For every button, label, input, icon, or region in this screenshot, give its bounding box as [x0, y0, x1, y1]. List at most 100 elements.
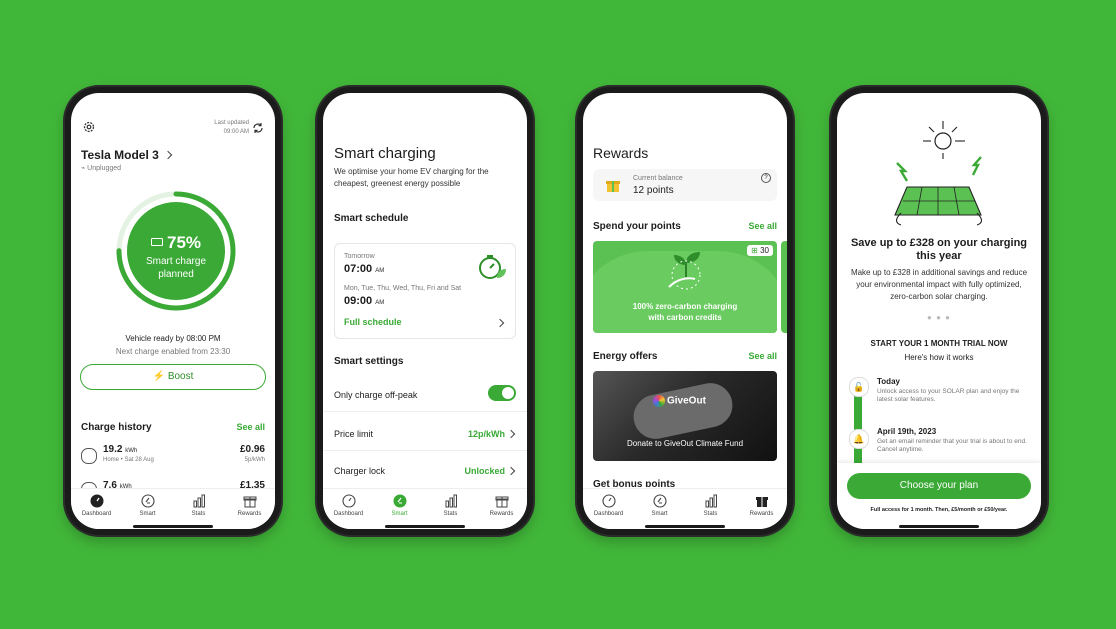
smart-settings-title: Smart settings	[334, 356, 404, 367]
bell-icon: 🔔	[849, 429, 869, 449]
price-limit-value[interactable]: 12p/kWh	[468, 429, 505, 439]
charge-percent: 75%	[166, 233, 202, 252]
phone-solar-trial: Save up to £328 on your charging this ye…	[831, 87, 1047, 535]
balance-label: Current balance	[633, 175, 683, 182]
page-title: Rewards	[593, 145, 649, 161]
tab-rewards[interactable]: Rewards	[736, 489, 787, 529]
charge-summary: 75% Smart charge planned	[114, 233, 238, 281]
tab-smart-label: Smart	[391, 511, 408, 517]
giveout-offer-card[interactable]: GiveOut Donate to GiveOut Climate Fund	[593, 371, 777, 461]
bonus-points-title: Get bonus points	[593, 479, 676, 487]
tab-rewards[interactable]: Rewards	[476, 489, 527, 529]
giveout-logo-text: GiveOut	[667, 395, 706, 407]
smart-icon	[652, 494, 667, 508]
tab-dashboard[interactable]: Dashboard	[583, 489, 634, 529]
last-updated-label: Last updated	[214, 120, 249, 126]
trial-screen: Save up to £328 on your charging this ye…	[837, 93, 1041, 529]
battery-icon	[150, 237, 163, 246]
home-indicator	[385, 525, 465, 528]
tab-smart[interactable]: Smart	[374, 489, 425, 529]
days-ampm: AM	[375, 300, 385, 306]
bolt-icon: ⚡	[152, 371, 166, 382]
last-updated-time: 09:00 AM	[223, 129, 249, 135]
page-title: Smart charging	[334, 145, 436, 162]
chevron-right-icon	[163, 150, 173, 160]
days-time: 09:00	[344, 295, 373, 307]
choose-plan-button[interactable]: Choose your plan	[847, 473, 1031, 499]
step-desc: Get an email reminder that your trial is…	[877, 438, 1027, 453]
gift-icon	[243, 496, 256, 508]
step-desc: Unlock access to your SOLAR plan and enj…	[877, 388, 1020, 403]
help-icon[interactable]: ?	[761, 173, 771, 183]
energy-offers-title: Energy offers	[593, 351, 658, 362]
full-schedule-link[interactable]: Full schedule	[344, 317, 402, 327]
next-offer-card[interactable]	[781, 241, 787, 333]
history-kwh: 19.2	[103, 444, 123, 455]
tab-dashboard[interactable]: Dashboard	[323, 489, 374, 529]
fine-print: Full access for 1 month. Then, £5/month …	[870, 507, 1008, 513]
tab-smart[interactable]: Smart	[122, 489, 173, 529]
timeline-step: April 19th, 2023 Get an email reminder t…	[877, 427, 1033, 454]
offpeak-toggle[interactable]	[488, 385, 516, 401]
smart-schedule-title: Smart schedule	[334, 213, 409, 224]
history-unit: kWh	[125, 448, 138, 454]
tab-bar: Dashboard Smart Stats Rewards	[71, 488, 275, 529]
chevron-right-icon	[506, 429, 516, 439]
dashboard-screen: Last updated 09:00 AM Tesla Model 3 ⌁ Un…	[71, 93, 275, 529]
home-indicator	[133, 525, 213, 528]
trial-description: Make up to £328 in additional savings an…	[850, 268, 1028, 301]
carousel-dots: ● ● ●	[927, 313, 951, 322]
giveout-logo-icon	[653, 395, 665, 407]
balance-value: 12 points	[633, 185, 674, 196]
offer-line1: 100% zero-carbon charging	[632, 302, 738, 311]
tab-dashboard-label: Dashboard	[593, 511, 624, 517]
tab-stats-label: Stats	[443, 511, 458, 517]
giveout-caption: Donate to GiveOut Climate Fund	[626, 439, 744, 448]
vehicle-selector[interactable]: Tesla Model 3	[81, 148, 173, 162]
tab-stats-label: Stats	[703, 511, 718, 517]
history-row[interactable]: 19.2 kWh Home • Sat 28 Aug £0.96 5p/kWh	[81, 444, 265, 470]
tab-dashboard-label: Dashboard	[333, 511, 364, 517]
tab-stats[interactable]: Stats	[685, 489, 736, 529]
spend-see-all-link[interactable]: See all	[748, 221, 777, 231]
tab-bar: Dashboard Smart Stats Rewards	[323, 488, 527, 529]
tab-rewards[interactable]: Rewards	[224, 489, 275, 529]
settings-gear-icon[interactable]	[82, 120, 96, 139]
tab-smart-label: Smart	[139, 511, 156, 517]
charge-info: Vehicle ready by 08:00 PM Next charge en…	[71, 332, 275, 358]
stats-icon	[445, 494, 457, 508]
photo-shape	[629, 379, 737, 443]
charger-lock-value[interactable]: Unlocked	[464, 466, 505, 476]
timeline-bar	[854, 387, 862, 467]
tomorrow-label: Tomorrow	[344, 253, 375, 260]
tab-smart-label: Smart	[651, 511, 668, 517]
schedule-card[interactable]: Tomorrow 07:00 AM Mon, Tue, Thu, Wed, Th…	[334, 243, 516, 339]
timeline-step: Today Unlock access to your SOLAR plan a…	[877, 377, 1033, 404]
home-indicator	[899, 525, 979, 528]
chevron-right-icon	[495, 318, 505, 328]
giveout-logo: GiveOut	[653, 395, 706, 407]
days-label: Mon, Tue, Thu, Wed, Thu, Fri and Sat	[344, 285, 462, 292]
phone-smart-charging: Smart charging We optimise your home EV …	[317, 87, 533, 535]
history-see-all-link[interactable]: See all	[236, 422, 265, 432]
last-updated: Last updated 09:00 AM	[214, 119, 249, 137]
tab-stats[interactable]: Stats	[425, 489, 476, 529]
charge-session-icon	[81, 448, 97, 464]
tab-smart[interactable]: Smart	[634, 489, 685, 529]
tab-dashboard[interactable]: Dashboard	[71, 489, 122, 529]
boost-button[interactable]: ⚡ Boost	[80, 364, 266, 390]
cta-footer: Choose your plan Full access for 1 month…	[837, 463, 1041, 529]
solar-panel-illustration	[894, 121, 983, 226]
smart-icon	[140, 494, 155, 508]
offer-line2: with carbon credits	[648, 313, 722, 322]
history-rate: 5p/kWh	[244, 457, 265, 463]
refresh-icon[interactable]	[252, 121, 264, 139]
dashboard-icon	[601, 494, 616, 508]
smart-screen: Smart charging We optimise your home EV …	[323, 93, 527, 529]
energy-see-all-link[interactable]: See all	[748, 351, 777, 361]
stopwatch-leaf-icon	[479, 255, 506, 279]
points-badge-value: 30	[760, 246, 769, 255]
offer-card[interactable]: ⊞ 30 100% zero-carbon charging with carb…	[593, 241, 777, 333]
tab-stats[interactable]: Stats	[173, 489, 224, 529]
points-badge: ⊞ 30	[747, 245, 773, 256]
